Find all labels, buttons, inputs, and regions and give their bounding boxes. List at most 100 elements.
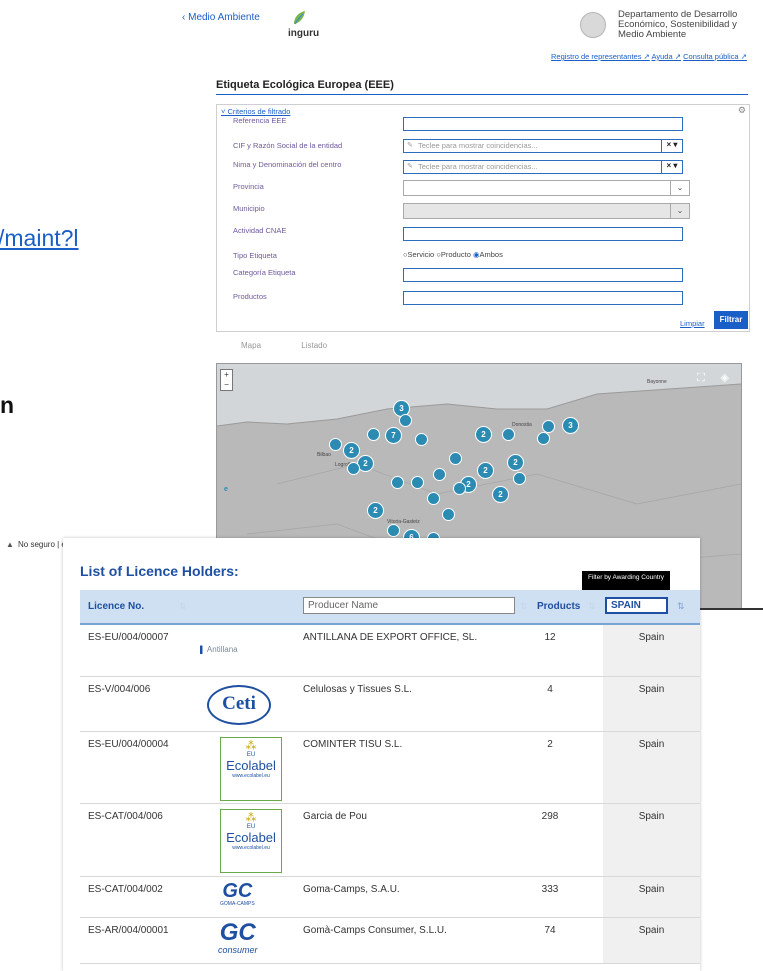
filter-panel: ˅ Criterios de filtrado ⚙ Referencia EEE…	[216, 104, 750, 332]
back-link-medio-ambiente[interactable]: ‹ Medio Ambiente	[182, 12, 260, 23]
map-marker[interactable]	[453, 482, 466, 495]
map-cluster[interactable]: 7	[385, 427, 402, 444]
filtrar-button[interactable]: Filtrar	[714, 311, 748, 329]
sort-icon[interactable]: ⇅	[179, 601, 187, 612]
map-marker[interactable]	[415, 433, 428, 446]
country: Spain	[638, 884, 665, 895]
product-count: 2	[547, 739, 553, 750]
table-row[interactable]: ES-CAT/004/002 GC GOMA-CAMPS Goma-Camps,…	[80, 877, 700, 918]
gear-icon[interactable]: ⚙	[738, 105, 746, 116]
cnae-input[interactable]	[403, 227, 683, 241]
label-cnae: Actividad CNAE	[233, 226, 287, 235]
country: Spain	[638, 925, 665, 936]
tab-mapa[interactable]: Mapa	[241, 341, 261, 350]
map-marker[interactable]	[427, 492, 440, 505]
table-row[interactable]: ES-AR/004/00001 GC consumer Gomà-Camps C…	[80, 918, 700, 964]
country: Spain	[638, 739, 665, 750]
map-marker[interactable]	[399, 414, 412, 427]
map-marker[interactable]	[391, 476, 404, 489]
label-cif: CIF y Razón Social de la entidad	[233, 141, 343, 150]
productos-input[interactable]	[403, 291, 683, 305]
map-marker[interactable]	[411, 476, 424, 489]
limpiar-button[interactable]: Limpiar	[680, 319, 705, 328]
table-row[interactable]: ES-EU/004/00007 ▌ Antillana ANTILLANA DE…	[80, 625, 700, 677]
map-marker[interactable]	[537, 432, 550, 445]
nima-select[interactable]: ✎ Teclee para mostrar coincidencias... ×…	[403, 160, 683, 174]
ecolabel-logo: ⁂ EU Ecolabel www.ecolabel.eu	[220, 809, 282, 873]
map-marker[interactable]	[329, 438, 342, 451]
map-cluster[interactable]: 2	[492, 486, 509, 503]
licence-no: ES-EU/004/00007	[88, 632, 169, 643]
licence-list-title: List of Licence Holders:	[80, 563, 239, 579]
table-row[interactable]: ES-CAT/004/006 ⁂ EU Ecolabel www.ecolabe…	[80, 804, 700, 877]
licence-no: ES-CAT/004/006	[88, 811, 163, 822]
map-cluster[interactable]: 2	[475, 426, 492, 443]
col-products[interactable]: Products	[537, 601, 580, 612]
leaf-icon	[294, 11, 305, 25]
producer-filter-input[interactable]: Producer Name	[303, 597, 515, 614]
map-cluster[interactable]: 2	[477, 462, 494, 479]
radio-producto[interactable]: ○Producto	[436, 250, 471, 259]
tab-listado[interactable]: Listado	[301, 341, 327, 350]
filter-toggle[interactable]: ˅ Criterios de filtrado	[221, 107, 290, 116]
map-cluster[interactable]: 2	[507, 454, 524, 471]
overlay-divider	[700, 608, 763, 610]
categoria-input[interactable]	[403, 268, 683, 282]
licence-no: ES-V/004/006	[88, 684, 151, 695]
map-marker[interactable]	[347, 462, 360, 475]
department-name: Departamento de Desarrollo Económico, So…	[618, 9, 738, 40]
clear-dropdown-icon[interactable]: × ▾	[661, 161, 682, 173]
licence-no: ES-AR/004/00001	[88, 925, 169, 936]
sort-icon[interactable]: ⇅	[677, 601, 685, 612]
col-licence-no[interactable]: Licence No.	[88, 601, 144, 612]
sort-icon[interactable]: ⇅	[588, 601, 596, 612]
partial-url-link[interactable]: /maint?l	[0, 225, 79, 252]
map-marker[interactable]	[449, 452, 462, 465]
map-marker[interactable]	[442, 508, 455, 521]
zoom-control[interactable]: + −	[220, 369, 233, 391]
map-cluster[interactable]: 2	[343, 442, 360, 459]
tipo-radio-group: ○Servicio ○Producto ◉Ambos	[403, 250, 503, 259]
title-divider	[216, 94, 748, 95]
product-count: 4	[547, 684, 553, 695]
sort-icon[interactable]: ⇅	[520, 601, 528, 612]
link-ayuda[interactable]: Ayuda ↗	[652, 52, 682, 61]
fullscreen-icon[interactable]: ⛶	[697, 372, 705, 385]
map-marker[interactable]	[502, 428, 515, 441]
referencia-input[interactable]	[403, 117, 683, 131]
clear-dropdown-icon[interactable]: × ▾	[661, 140, 682, 152]
cif-select[interactable]: ✎ Teclee para mostrar coincidencias... ×…	[403, 139, 683, 153]
label-nima: Nima y Denominación del centro	[233, 160, 342, 169]
layers-icon[interactable]: ◈	[721, 371, 729, 384]
radio-servicio[interactable]: ○Servicio	[403, 250, 434, 259]
table-row[interactable]: ES-V/004/006 Ceti Celulosas y Tissues S.…	[80, 677, 700, 732]
table-row[interactable]: ES-EU/004/00004 ⁂ EU Ecolabel www.ecolab…	[80, 732, 700, 804]
product-count: 74	[544, 925, 556, 936]
map-cluster[interactable]: 3	[562, 417, 579, 434]
label-productos: Productos	[233, 292, 267, 301]
partial-bold-text: n	[0, 392, 15, 418]
map-logo: e	[224, 486, 228, 493]
chevron-down-icon: ⌄	[670, 181, 689, 195]
map-marker[interactable]	[387, 524, 400, 537]
country: Spain	[638, 811, 665, 822]
producer-name: Goma-Camps, S.A.U.	[303, 884, 400, 895]
map-marker[interactable]	[513, 472, 526, 485]
provincia-dropdown[interactable]: ⌄	[403, 180, 690, 196]
map-cluster[interactable]: 2	[367, 502, 384, 519]
country-filter-input[interactable]: SPAIN	[605, 597, 668, 614]
link-registro[interactable]: Registro de representantes ↗	[551, 52, 650, 61]
table-header: Licence No. ⇅ Producer Name ⇅ Products ⇅…	[80, 590, 700, 625]
radio-ambos[interactable]: ◉Ambos	[473, 250, 503, 259]
link-consulta[interactable]: Consulta pública ↗	[683, 52, 747, 61]
map-marker[interactable]	[433, 468, 446, 481]
product-count: 298	[541, 811, 559, 822]
map-marker[interactable]	[367, 428, 380, 441]
warning-icon: ▲	[6, 540, 14, 549]
department-header: Departamento de Desarrollo Económico, So…	[580, 8, 760, 42]
producer-name: COMINTER TISU S.L.	[303, 739, 403, 750]
page-title: Etiqueta Ecológica Europea (EEE)	[216, 79, 394, 91]
eu-stars-icon: ⁂	[245, 812, 257, 824]
logo-text: inguru	[288, 28, 320, 39]
municipio-dropdown[interactable]: ⌄	[403, 203, 690, 219]
